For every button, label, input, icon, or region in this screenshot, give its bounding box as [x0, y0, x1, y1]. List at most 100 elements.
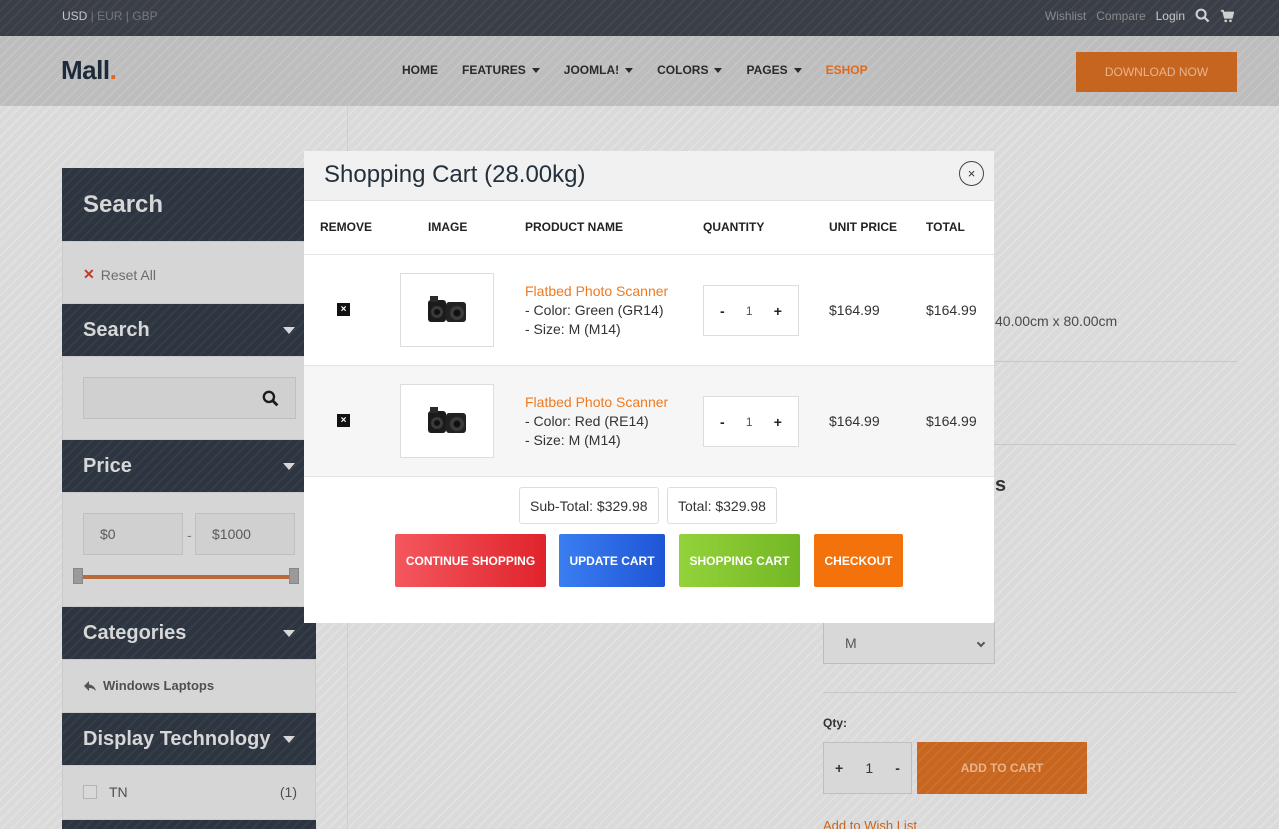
- search-icon[interactable]: [262, 390, 279, 407]
- currency-others[interactable]: | EUR | GBP: [87, 9, 158, 23]
- col-product-name: PRODUCT NAME: [525, 220, 623, 234]
- modal-header: Shopping Cart (28.00kg) ×: [304, 151, 994, 201]
- section-heading-fragment: s: [995, 474, 1007, 496]
- nav-home[interactable]: HOME: [402, 63, 438, 77]
- product-details: Flatbed Photo Scanner - Color: Green (GR…: [525, 282, 668, 339]
- nav-pages[interactable]: PAGES: [746, 63, 802, 77]
- section-title: Categories: [83, 621, 187, 644]
- filter-count: (1): [279, 784, 297, 800]
- qty-increase-button[interactable]: +: [774, 414, 782, 430]
- shopping-cart-modal: Shopping Cart (28.00kg) × REMOVE IMAGE P…: [304, 151, 994, 623]
- close-icon: ×: [967, 166, 976, 181]
- divider: [823, 692, 1237, 693]
- nav-joomla[interactable]: JOOMLA!: [564, 63, 634, 77]
- qty-decrease-button[interactable]: -: [895, 760, 900, 776]
- sidebar-search-header: Search: [62, 168, 316, 241]
- unit-price: $164.99: [829, 413, 880, 429]
- section-title: Price: [83, 454, 132, 477]
- qty-increase-button[interactable]: +: [774, 303, 782, 319]
- search-input[interactable]: [83, 377, 296, 419]
- categories-section-header[interactable]: Categories: [62, 607, 316, 659]
- product-name-link[interactable]: Flatbed Photo Scanner: [525, 393, 668, 412]
- filter-checkbox[interactable]: [83, 785, 97, 799]
- nav-eshop[interactable]: ESHOP: [826, 63, 868, 77]
- search-icon[interactable]: [1195, 8, 1210, 23]
- remove-item-button[interactable]: ×: [337, 414, 350, 427]
- subtotal-box: Sub-Total: $329.98: [519, 487, 659, 524]
- product-thumbnail[interactable]: [400, 384, 494, 458]
- currency-usd[interactable]: USD: [62, 9, 87, 23]
- qty-decrease-button[interactable]: -: [720, 303, 725, 319]
- qty-value[interactable]: 1: [865, 760, 873, 776]
- line-total: $164.99: [926, 302, 977, 318]
- product-qty-stepper: + 1 -: [823, 742, 912, 794]
- login-link[interactable]: Login: [1156, 9, 1185, 23]
- product-size: - Size: M (M14): [525, 432, 621, 448]
- line-total: $164.99: [926, 413, 977, 429]
- price-slider[interactable]: [73, 568, 299, 584]
- chevron-down-icon: [531, 67, 540, 73]
- search-panel: [62, 356, 316, 440]
- top-bar: USD | EUR | GBP Wishlist Compare Login: [0, 0, 1279, 36]
- quantity-stepper: - 1 +: [703, 285, 799, 336]
- search-section-header[interactable]: Search: [62, 304, 316, 356]
- slider-handle-max[interactable]: [289, 568, 299, 584]
- product-size: - Size: M (M14): [525, 321, 621, 337]
- filter-option-tn[interactable]: TN (1): [83, 784, 297, 800]
- chevron-down-icon: [625, 67, 634, 73]
- category-item[interactable]: Windows Laptops: [83, 678, 214, 693]
- modal-title: Shopping Cart (28.00kg): [324, 161, 586, 188]
- add-to-wishlist-link[interactable]: Add to Wish List: [823, 818, 917, 829]
- nav-colors[interactable]: COLORS: [657, 63, 723, 77]
- divider: [304, 476, 994, 477]
- cart-icon[interactable]: [1220, 9, 1234, 23]
- reset-panel: ✕ Reset All: [62, 241, 316, 304]
- price-min-input[interactable]: $0: [83, 513, 183, 555]
- add-to-cart-button[interactable]: ADD TO CART: [917, 742, 1087, 794]
- quantity-stepper: - 1 +: [703, 396, 799, 447]
- col-image: IMAGE: [428, 220, 468, 234]
- product-name-link[interactable]: Flatbed Photo Scanner: [525, 282, 668, 301]
- chevron-down-icon: [793, 67, 802, 73]
- shopping-cart-button[interactable]: SHOPPING CART: [679, 534, 800, 587]
- col-total: TOTAL: [926, 220, 965, 234]
- cart-row: × Flatbed Photo Scanner - Color: Red (RE…: [304, 365, 994, 476]
- nav-features[interactable]: FEATURES: [462, 63, 540, 77]
- close-icon: ✕: [83, 266, 95, 282]
- update-cart-button[interactable]: UPDATE CART: [559, 534, 665, 587]
- product-thumbnail[interactable]: [400, 273, 494, 347]
- continue-shopping-button[interactable]: CONTINUE SHOPPING: [395, 534, 546, 587]
- close-modal-button[interactable]: ×: [959, 161, 984, 186]
- display-technology-section-header[interactable]: Display Technology: [62, 713, 316, 765]
- price-max-input[interactable]: $1000: [195, 513, 295, 555]
- cart-row: × Flatbed Photo Scanner - Color: Green (…: [304, 254, 994, 365]
- camera-icon: [428, 407, 466, 433]
- reset-all-link[interactable]: ✕ Reset All: [83, 266, 156, 283]
- qty-input[interactable]: 1: [746, 415, 753, 429]
- slider-handle-min[interactable]: [73, 568, 83, 584]
- qty-label: Qty:: [823, 716, 847, 730]
- download-now-button[interactable]: DOWNLOAD NOW: [1076, 52, 1237, 92]
- chevron-down-icon: [283, 462, 295, 470]
- categories-panel: Windows Laptops: [62, 659, 316, 713]
- col-remove: REMOVE: [320, 220, 373, 234]
- checkout-button[interactable]: CHECKOUT: [814, 534, 903, 587]
- product-details: Flatbed Photo Scanner - Color: Red (RE14…: [525, 393, 668, 450]
- site-header: Mall. HOME FEATURES JOOMLA! COLORS PAGES…: [0, 36, 1279, 106]
- product-color: - Color: Red (RE14): [525, 413, 649, 429]
- price-section-header[interactable]: Price: [62, 440, 316, 492]
- main-nav: HOME FEATURES JOOMLA! COLORS PAGES ESHOP: [402, 63, 868, 77]
- currency-switcher[interactable]: USD | EUR | GBP: [62, 9, 158, 23]
- qty-input[interactable]: 1: [746, 304, 753, 318]
- size-select[interactable]: M: [823, 622, 995, 664]
- chevron-down-icon: [976, 638, 986, 648]
- site-logo[interactable]: Mall.: [61, 55, 117, 86]
- qty-decrease-button[interactable]: -: [720, 414, 725, 430]
- compare-link[interactable]: Compare: [1096, 9, 1145, 23]
- chevron-down-icon: [283, 735, 295, 743]
- remove-item-button[interactable]: ×: [337, 303, 350, 316]
- next-section-header: [62, 820, 316, 829]
- total-box: Total: $329.98: [667, 487, 777, 524]
- qty-increase-button[interactable]: +: [835, 760, 843, 776]
- wishlist-link[interactable]: Wishlist: [1045, 9, 1086, 23]
